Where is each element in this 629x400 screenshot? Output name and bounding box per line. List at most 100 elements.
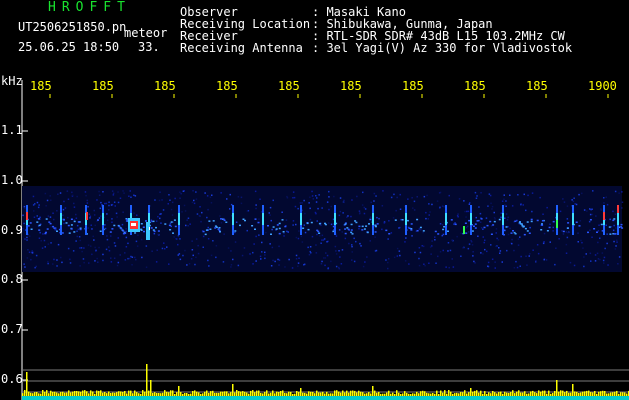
band-speckle: [364, 208, 367, 210]
band-speckle: [359, 212, 361, 214]
power-bar: [254, 392, 256, 396]
band-speckle: [111, 221, 113, 223]
power-bar: [250, 390, 252, 396]
power-bar: [432, 393, 434, 396]
band-speckle: [578, 225, 581, 227]
band-speckle: [39, 231, 41, 234]
band-speckle: [344, 237, 347, 240]
power-bar: [48, 393, 50, 396]
band-speckle: [261, 251, 263, 253]
band-speckle: [38, 204, 40, 206]
band-speckle: [315, 252, 318, 254]
band-speckle: [210, 254, 213, 257]
spectrogram-plot: [21, 80, 629, 400]
band-speckle: [537, 252, 540, 255]
band-speckle: [297, 207, 299, 210]
power-bar: [188, 393, 190, 396]
band-speckle: [328, 196, 330, 198]
band-speckle: [140, 229, 143, 231]
power-bar: [454, 393, 456, 396]
band-speckle: [338, 250, 340, 252]
band-speckle: [601, 252, 604, 254]
band-speckle: [525, 255, 527, 257]
band-speckle: [133, 212, 135, 214]
power-bar: [224, 391, 226, 396]
power-bar: [430, 393, 432, 396]
band-speckle: [316, 233, 318, 236]
band-speckle: [317, 207, 319, 210]
power-bar: [256, 390, 258, 396]
band-speckle: [542, 213, 544, 215]
band-speckle: [351, 259, 353, 261]
power-bar: [164, 390, 166, 396]
band-speckle: [441, 224, 444, 226]
band-speckle: [183, 204, 186, 207]
band-speckle: [474, 262, 476, 264]
band-speckle: [520, 255, 522, 258]
power-bar: [346, 390, 348, 396]
band-speckle: [596, 231, 598, 233]
band-speckle: [225, 221, 228, 223]
band-speckle: [324, 257, 327, 259]
power-bar: [332, 393, 334, 396]
band-speckle: [257, 221, 260, 224]
power-bar: [530, 391, 532, 396]
band-speckle: [278, 259, 281, 261]
band-speckle: [414, 251, 416, 254]
band-speckle: [416, 196, 418, 198]
band-speckle: [37, 206, 40, 209]
band-speckle: [181, 211, 183, 213]
band-speckle: [223, 219, 226, 222]
power-bar: [350, 390, 352, 396]
band-speckle: [491, 208, 493, 210]
band-speckle: [193, 199, 195, 202]
power-bar: [196, 391, 198, 396]
band-speckle: [259, 198, 261, 200]
power-bar: [208, 392, 210, 396]
band-speckle: [571, 199, 573, 201]
power-bar: [546, 393, 548, 396]
band-speckle: [117, 201, 120, 204]
band-speckle: [246, 229, 248, 232]
power-bar: [436, 390, 438, 396]
power-bar: [64, 392, 66, 396]
power-bar: [88, 393, 90, 396]
power-bar: [498, 392, 500, 396]
band-speckle: [82, 258, 85, 260]
power-bar: [148, 390, 150, 396]
power-bar: [204, 391, 206, 396]
band-speckle: [156, 249, 158, 251]
band-speckle: [287, 231, 289, 233]
y-tick-label: 0.7: [1, 322, 23, 336]
band-speckle: [613, 218, 616, 220]
band-speckle: [513, 249, 515, 252]
band-speckle: [94, 246, 96, 249]
band-speckle: [529, 226, 531, 229]
band-speckle: [355, 221, 358, 224]
band-speckle: [454, 223, 457, 226]
power-bar: [550, 393, 552, 396]
band-speckle: [394, 219, 397, 221]
band-speckle: [593, 228, 596, 230]
band-speckle: [618, 256, 621, 258]
band-speckle: [76, 235, 78, 238]
power-bar: [106, 393, 108, 396]
band-speckle: [246, 210, 249, 212]
band-speckle: [46, 228, 49, 230]
power-bar: [438, 394, 440, 396]
band-speckle: [301, 202, 303, 204]
band-speckle: [326, 201, 329, 203]
band-speckle: [196, 213, 199, 215]
power-bar: [178, 386, 180, 396]
band-speckle: [325, 252, 327, 254]
band-speckle: [555, 247, 557, 249]
power-bar: [132, 393, 134, 396]
band-speckle: [425, 211, 427, 214]
band-speckle: [526, 221, 529, 223]
band-speckle: [220, 218, 222, 220]
band-speckle: [467, 247, 470, 250]
band-speckle: [361, 204, 364, 206]
power-bar: [158, 393, 160, 396]
band-speckle: [26, 236, 28, 239]
band-speckle: [169, 222, 172, 225]
